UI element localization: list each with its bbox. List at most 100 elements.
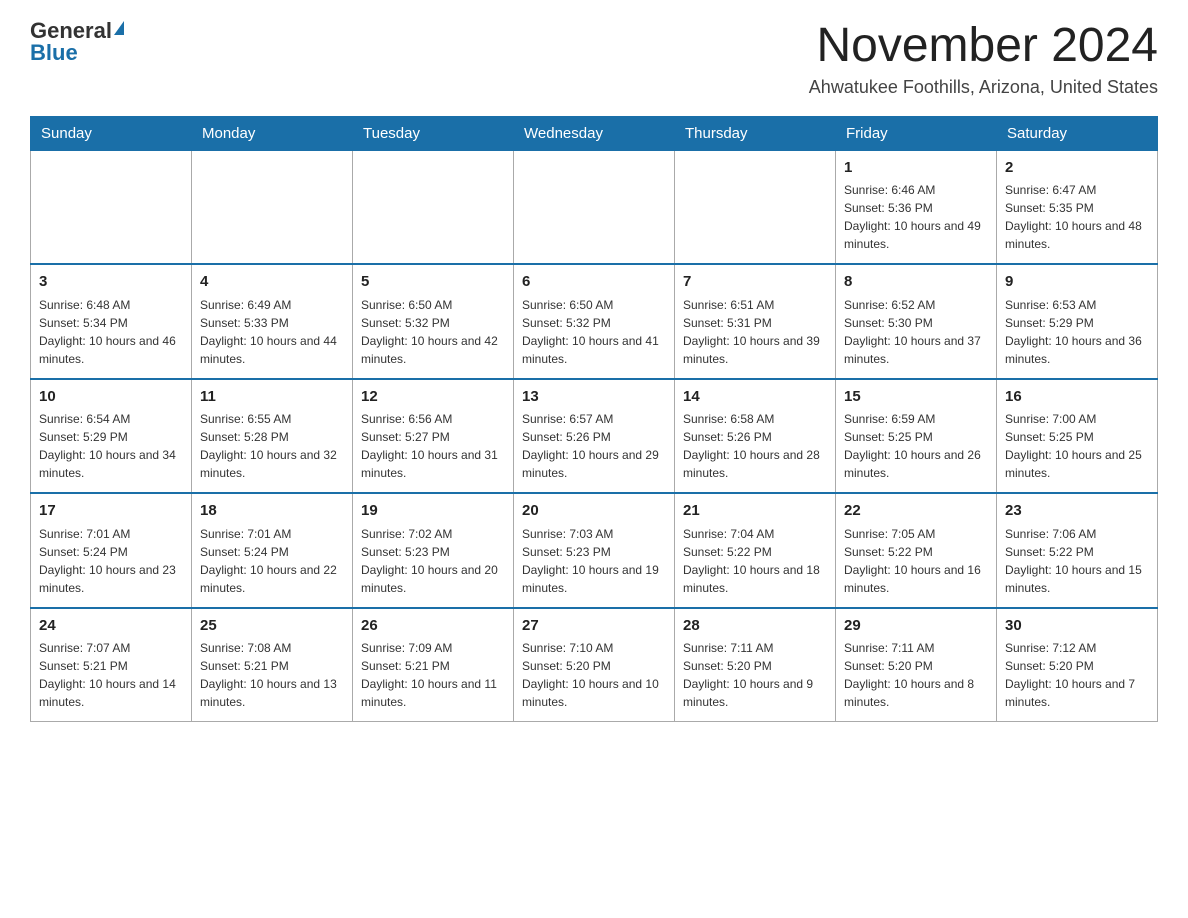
weekday-header-thursday: Thursday <box>675 116 836 150</box>
calendar-cell: 10Sunrise: 6:54 AMSunset: 5:29 PMDayligh… <box>31 379 192 494</box>
calendar-cell: 26Sunrise: 7:09 AMSunset: 5:21 PMDayligh… <box>353 608 514 722</box>
day-info: Sunrise: 7:04 AMSunset: 5:22 PMDaylight:… <box>683 525 827 597</box>
day-number: 16 <box>1005 386 1149 409</box>
calendar-cell: 3Sunrise: 6:48 AMSunset: 5:34 PMDaylight… <box>31 264 192 379</box>
day-number: 10 <box>39 386 183 409</box>
day-number: 29 <box>844 615 988 638</box>
weekday-header-saturday: Saturday <box>997 116 1158 150</box>
logo-general: General <box>30 20 112 42</box>
day-number: 8 <box>844 271 988 294</box>
calendar-cell: 11Sunrise: 6:55 AMSunset: 5:28 PMDayligh… <box>192 379 353 494</box>
day-info: Sunrise: 6:50 AMSunset: 5:32 PMDaylight:… <box>361 296 505 368</box>
calendar-week-4: 17Sunrise: 7:01 AMSunset: 5:24 PMDayligh… <box>31 493 1158 608</box>
calendar-cell: 4Sunrise: 6:49 AMSunset: 5:33 PMDaylight… <box>192 264 353 379</box>
calendar-cell: 28Sunrise: 7:11 AMSunset: 5:20 PMDayligh… <box>675 608 836 722</box>
page-header: General Blue November 2024 Ahwatukee Foo… <box>30 20 1158 98</box>
calendar-cell: 9Sunrise: 6:53 AMSunset: 5:29 PMDaylight… <box>997 264 1158 379</box>
calendar-cell: 12Sunrise: 6:56 AMSunset: 5:27 PMDayligh… <box>353 379 514 494</box>
logo-blue: Blue <box>30 42 78 64</box>
day-number: 5 <box>361 271 505 294</box>
calendar-cell: 8Sunrise: 6:52 AMSunset: 5:30 PMDaylight… <box>836 264 997 379</box>
day-info: Sunrise: 7:07 AMSunset: 5:21 PMDaylight:… <box>39 639 183 711</box>
day-info: Sunrise: 6:58 AMSunset: 5:26 PMDaylight:… <box>683 410 827 482</box>
day-info: Sunrise: 6:54 AMSunset: 5:29 PMDaylight:… <box>39 410 183 482</box>
day-number: 30 <box>1005 615 1149 638</box>
day-info: Sunrise: 6:56 AMSunset: 5:27 PMDaylight:… <box>361 410 505 482</box>
day-info: Sunrise: 7:12 AMSunset: 5:20 PMDaylight:… <box>1005 639 1149 711</box>
calendar-cell: 19Sunrise: 7:02 AMSunset: 5:23 PMDayligh… <box>353 493 514 608</box>
day-number: 4 <box>200 271 344 294</box>
day-info: Sunrise: 7:06 AMSunset: 5:22 PMDaylight:… <box>1005 525 1149 597</box>
calendar-header-row: SundayMondayTuesdayWednesdayThursdayFrid… <box>31 116 1158 150</box>
day-number: 24 <box>39 615 183 638</box>
calendar-cell: 24Sunrise: 7:07 AMSunset: 5:21 PMDayligh… <box>31 608 192 722</box>
calendar-cell: 15Sunrise: 6:59 AMSunset: 5:25 PMDayligh… <box>836 379 997 494</box>
calendar-cell: 1Sunrise: 6:46 AMSunset: 5:36 PMDaylight… <box>836 150 997 264</box>
calendar-week-2: 3Sunrise: 6:48 AMSunset: 5:34 PMDaylight… <box>31 264 1158 379</box>
calendar-week-1: 1Sunrise: 6:46 AMSunset: 5:36 PMDaylight… <box>31 150 1158 264</box>
day-number: 25 <box>200 615 344 638</box>
day-number: 11 <box>200 386 344 409</box>
calendar-cell: 21Sunrise: 7:04 AMSunset: 5:22 PMDayligh… <box>675 493 836 608</box>
logo: General Blue <box>30 20 124 64</box>
day-info: Sunrise: 6:53 AMSunset: 5:29 PMDaylight:… <box>1005 296 1149 368</box>
day-info: Sunrise: 7:03 AMSunset: 5:23 PMDaylight:… <box>522 525 666 597</box>
calendar-table: SundayMondayTuesdayWednesdayThursdayFrid… <box>30 116 1158 723</box>
calendar-cell <box>675 150 836 264</box>
calendar-cell: 14Sunrise: 6:58 AMSunset: 5:26 PMDayligh… <box>675 379 836 494</box>
calendar-cell: 22Sunrise: 7:05 AMSunset: 5:22 PMDayligh… <box>836 493 997 608</box>
calendar-cell: 23Sunrise: 7:06 AMSunset: 5:22 PMDayligh… <box>997 493 1158 608</box>
day-number: 20 <box>522 500 666 523</box>
day-info: Sunrise: 6:57 AMSunset: 5:26 PMDaylight:… <box>522 410 666 482</box>
day-number: 1 <box>844 157 988 180</box>
weekday-header-sunday: Sunday <box>31 116 192 150</box>
weekday-header-monday: Monday <box>192 116 353 150</box>
day-info: Sunrise: 6:47 AMSunset: 5:35 PMDaylight:… <box>1005 181 1149 253</box>
day-number: 26 <box>361 615 505 638</box>
calendar-cell: 30Sunrise: 7:12 AMSunset: 5:20 PMDayligh… <box>997 608 1158 722</box>
calendar-cell: 2Sunrise: 6:47 AMSunset: 5:35 PMDaylight… <box>997 150 1158 264</box>
calendar-cell: 7Sunrise: 6:51 AMSunset: 5:31 PMDaylight… <box>675 264 836 379</box>
calendar-cell: 27Sunrise: 7:10 AMSunset: 5:20 PMDayligh… <box>514 608 675 722</box>
day-info: Sunrise: 6:52 AMSunset: 5:30 PMDaylight:… <box>844 296 988 368</box>
day-info: Sunrise: 6:49 AMSunset: 5:33 PMDaylight:… <box>200 296 344 368</box>
day-number: 28 <box>683 615 827 638</box>
day-info: Sunrise: 7:11 AMSunset: 5:20 PMDaylight:… <box>844 639 988 711</box>
day-info: Sunrise: 7:10 AMSunset: 5:20 PMDaylight:… <box>522 639 666 711</box>
day-info: Sunrise: 7:01 AMSunset: 5:24 PMDaylight:… <box>200 525 344 597</box>
calendar-cell <box>192 150 353 264</box>
calendar-cell: 25Sunrise: 7:08 AMSunset: 5:21 PMDayligh… <box>192 608 353 722</box>
location-title: Ahwatukee Foothills, Arizona, United Sta… <box>809 77 1158 98</box>
day-info: Sunrise: 7:09 AMSunset: 5:21 PMDaylight:… <box>361 639 505 711</box>
day-info: Sunrise: 7:11 AMSunset: 5:20 PMDaylight:… <box>683 639 827 711</box>
calendar-cell <box>31 150 192 264</box>
weekday-header-wednesday: Wednesday <box>514 116 675 150</box>
day-info: Sunrise: 7:01 AMSunset: 5:24 PMDaylight:… <box>39 525 183 597</box>
day-info: Sunrise: 6:46 AMSunset: 5:36 PMDaylight:… <box>844 181 988 253</box>
day-info: Sunrise: 6:51 AMSunset: 5:31 PMDaylight:… <box>683 296 827 368</box>
day-number: 14 <box>683 386 827 409</box>
day-number: 3 <box>39 271 183 294</box>
day-number: 17 <box>39 500 183 523</box>
day-number: 13 <box>522 386 666 409</box>
day-number: 9 <box>1005 271 1149 294</box>
day-number: 12 <box>361 386 505 409</box>
day-number: 22 <box>844 500 988 523</box>
day-number: 15 <box>844 386 988 409</box>
day-info: Sunrise: 6:59 AMSunset: 5:25 PMDaylight:… <box>844 410 988 482</box>
day-info: Sunrise: 6:55 AMSunset: 5:28 PMDaylight:… <box>200 410 344 482</box>
title-section: November 2024 Ahwatukee Foothills, Arizo… <box>809 20 1158 98</box>
day-number: 2 <box>1005 157 1149 180</box>
weekday-header-tuesday: Tuesday <box>353 116 514 150</box>
calendar-cell: 17Sunrise: 7:01 AMSunset: 5:24 PMDayligh… <box>31 493 192 608</box>
day-number: 19 <box>361 500 505 523</box>
day-number: 18 <box>200 500 344 523</box>
month-title: November 2024 <box>809 20 1158 73</box>
day-number: 23 <box>1005 500 1149 523</box>
calendar-cell: 16Sunrise: 7:00 AMSunset: 5:25 PMDayligh… <box>997 379 1158 494</box>
calendar-cell: 5Sunrise: 6:50 AMSunset: 5:32 PMDaylight… <box>353 264 514 379</box>
calendar-week-5: 24Sunrise: 7:07 AMSunset: 5:21 PMDayligh… <box>31 608 1158 722</box>
day-info: Sunrise: 7:08 AMSunset: 5:21 PMDaylight:… <box>200 639 344 711</box>
day-info: Sunrise: 6:48 AMSunset: 5:34 PMDaylight:… <box>39 296 183 368</box>
calendar-cell <box>353 150 514 264</box>
